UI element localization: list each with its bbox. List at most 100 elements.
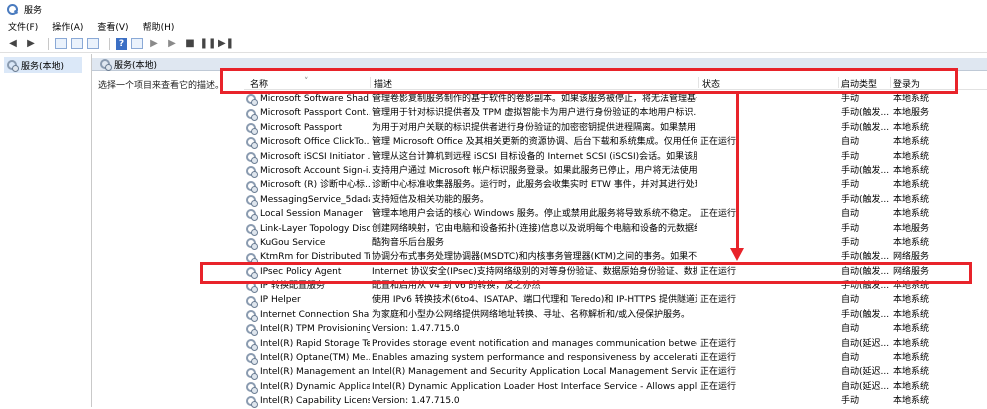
refresh-icon[interactable] (71, 38, 83, 49)
service-status: 正在运行 (700, 137, 737, 148)
gear-icon (246, 310, 258, 323)
table-row[interactable]: Intel(R) TPM Provisioning... Version: 1.4… (244, 322, 987, 337)
table-row[interactable]: Link-Layer Topology Disc... 创建网络映射，它由电脑和设… (244, 222, 987, 236)
service-description: 管理从这台计算机到远程 iSCSI 目标设备的 Internet SCSI (i… (372, 151, 697, 162)
service-startup-type: 自动(延迟... (841, 367, 889, 378)
start-service-alt-icon[interactable]: ▶ (165, 37, 179, 51)
service-name: Microsoft Passport (246, 121, 370, 135)
service-name-text: Microsoft Passport Cont... (260, 108, 370, 119)
toolbar: ◀ ▶ ? ▶ ▶ ■ ❚❚ ▶❚ (0, 35, 987, 53)
service-name-text: Microsoft (R) 诊断中心标... (260, 180, 370, 191)
service-name: Link-Layer Topology Disc... (246, 222, 370, 236)
menu-file[interactable]: 文件(F) (8, 20, 38, 33)
service-logon-as: 本地系统 (893, 180, 930, 191)
tree-node-services-local[interactable]: 服务(本地) (4, 57, 82, 73)
service-startup-type: 自动 (841, 295, 860, 306)
gear-icon (246, 209, 258, 222)
service-status: 正在运行 (700, 353, 737, 364)
service-name: Intel(R) Management an... (246, 365, 370, 380)
annotation-arrow-head (730, 248, 744, 261)
table-row[interactable]: Intel(R) Optane(TM) Me... Enables amazing… (244, 351, 987, 366)
show-tree-icon[interactable] (55, 38, 67, 49)
service-startup-type: 手动(触发... (841, 108, 889, 119)
gear-icon (246, 194, 258, 207)
service-status: 正在运行 (700, 209, 737, 220)
table-row[interactable]: Intel(R) Capability Licensi...Version: 1… (244, 394, 987, 409)
table-row[interactable]: Microsoft Software Shad... 管理卷影复制服务制作的基于软… (244, 92, 987, 107)
service-description: 管理 Microsoft Office 及其相关更新的资源协调、后台下载和系统集… (372, 137, 697, 148)
gear-icon (100, 59, 112, 71)
service-name-text: Intel(R) Optane(TM) Me... (260, 353, 370, 364)
table-row[interactable]: Intel(R) Management an... Intel(R) Manage… (244, 365, 987, 380)
service-logon-as: 本地系统 (893, 137, 930, 148)
properties-icon[interactable] (131, 38, 143, 49)
service-description: Provides storage event notification and … (372, 338, 697, 349)
header-highlight-box (220, 68, 958, 94)
gear-icon (246, 338, 258, 351)
main-header-label: 服务(本地) (114, 60, 158, 71)
table-row[interactable]: Microsoft (R) 诊断中心标... 诊断中心标准收集器服务。运行时，此服… (244, 178, 987, 193)
table-row[interactable]: KuGou Service 酷狗音乐后台服务 手动 本地系统 (244, 236, 987, 251)
table-row[interactable]: Microsoft Passport Cont... 管理用于针对标识提供者及 T… (244, 106, 987, 121)
toolbar-separator (48, 37, 49, 50)
service-name-text: MessagingService_5dada (260, 194, 370, 205)
gear-icon (246, 94, 258, 107)
stop-service-icon[interactable]: ■ (183, 37, 197, 51)
service-name: KuGou Service (246, 236, 370, 251)
service-startup-type: 自动 (841, 209, 860, 220)
service-name: Microsoft Office ClickTo... (246, 135, 370, 150)
table-row[interactable]: MessagingService_5dada 支持短信及相关功能的服务。 手动(触发… (244, 193, 987, 207)
tree-node-label: 服务(本地) (21, 61, 65, 72)
forward-arrow-icon[interactable]: ▶ (24, 37, 38, 51)
service-startup-type: 手动(触发... (841, 194, 889, 205)
menu-bar: 文件(F) 操作(A) 查看(V) 帮助(H) (0, 18, 987, 34)
table-row[interactable]: Intel(R) Rapid Storage Te... Provides sto… (244, 337, 987, 351)
export-list-icon[interactable] (87, 38, 99, 49)
menu-view[interactable]: 查看(V) (97, 20, 128, 33)
gear-icon (246, 122, 258, 135)
table-row[interactable]: Internet Connection Shari...为家庭和小型办公网络提供… (244, 308, 987, 323)
table-row[interactable]: Microsoft Office ClickTo... 管理 Microsoft … (244, 135, 987, 150)
service-name-text: Intel(R) Dynamic Applicati... (260, 381, 370, 392)
service-name: Intel(R) Rapid Storage Te... (246, 337, 370, 351)
table-row[interactable]: Local Session Manager 管理本地用户会话的核心 Windows… (244, 207, 987, 222)
gear-icon (246, 180, 258, 193)
service-startup-type: 自动 (841, 324, 860, 335)
service-logon-as: 本地系统 (893, 194, 930, 205)
gear-icon (246, 252, 258, 265)
table-row[interactable]: Microsoft iSCSI Initiator ... 管理从这台计算机到远程… (244, 150, 987, 164)
services-app-icon (6, 3, 18, 15)
back-arrow-icon[interactable]: ◀ (6, 37, 20, 51)
table-row[interactable]: Microsoft Account Sign-i... 支持用户通过 Micros… (244, 164, 987, 179)
menu-help[interactable]: 帮助(H) (143, 20, 175, 33)
pause-service-icon[interactable]: ❚❚ (200, 37, 217, 51)
service-status: 正在运行 (700, 338, 737, 349)
table-row[interactable]: IP Helper 使用 IPv6 转换技术(6to4、ISATAP、端口代理和 … (244, 293, 987, 308)
service-startup-type: 手动 (841, 151, 860, 162)
gear-icon (246, 382, 258, 395)
service-name: Local Session Manager (246, 207, 370, 222)
service-description: 创建网络映射，它由电脑和设备拓扑(连接)信息以及说明每个电脑和设备的元数据组..… (372, 223, 697, 234)
ipsec-row-highlight-box (200, 262, 972, 284)
service-logon-as: 本地服务 (893, 223, 930, 234)
service-name: Microsoft iSCSI Initiator ... (246, 150, 370, 164)
help-icon[interactable]: ? (116, 37, 127, 50)
table-row[interactable]: Microsoft Passport 为用于对用户关联的标识提供者进行身份验证的加… (244, 121, 987, 135)
service-description: 支持用户通过 Microsoft 帐户标识服务登录。如果此服务已停止，用户将无法… (372, 165, 697, 176)
service-description: 为用于对用户关联的标识提供者进行身份验证的加密密钥提供进程隔离。如果禁用了... (372, 122, 697, 133)
menu-action[interactable]: 操作(A) (52, 20, 83, 33)
resume-service-icon[interactable]: ▶❚ (218, 37, 234, 51)
toolbar-separator (109, 37, 110, 50)
gear-icon (246, 166, 258, 179)
service-description: 酷狗音乐后台服务 (372, 237, 445, 248)
service-description: 诊断中心标准收集器服务。运行时，此服务会收集实时 ETW 事件，并对其进行处理。 (372, 180, 697, 191)
start-service-icon[interactable]: ▶ (147, 37, 161, 51)
gear-icon (246, 367, 258, 380)
service-name: Intel(R) Optane(TM) Me... (246, 351, 370, 366)
service-name-text: KuGou Service (260, 237, 326, 248)
gear-icon (246, 137, 258, 150)
service-name-text: Internet Connection Shari... (260, 309, 370, 320)
table-row[interactable]: Intel(R) Dynamic Applicati...Intel(R) Dy… (244, 380, 987, 395)
service-logon-as: 本地系统 (893, 367, 930, 378)
service-logon-as: 本地系统 (893, 338, 930, 349)
